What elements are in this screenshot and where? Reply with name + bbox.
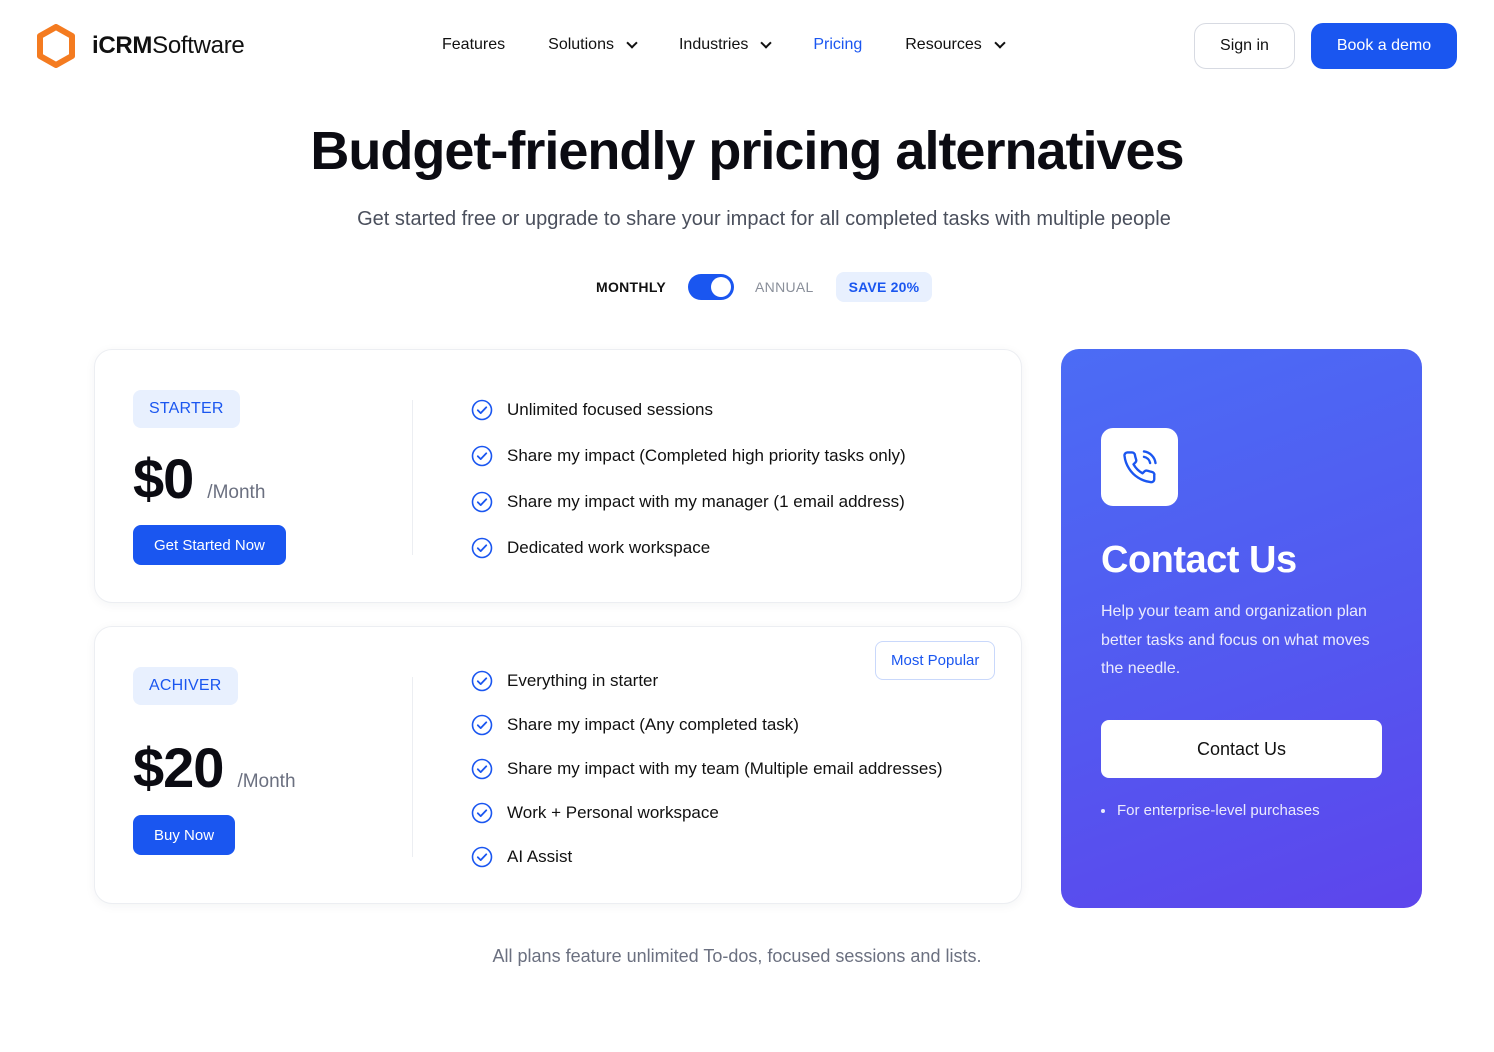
feature-item: AI Assist [471,845,943,869]
nav-item-resources[interactable]: Resources [905,36,1006,54]
nav-item-features[interactable]: Features [442,36,505,54]
feature-item: Share my impact (Completed high priority… [471,444,906,468]
feature-item: Share my impact with my team (Multiple e… [471,757,943,781]
contact-us-button[interactable]: Contact Us [1101,720,1382,778]
check-circle-icon [471,399,493,421]
monthly-label[interactable]: MONTHLY [596,279,666,295]
bullet-dot [1101,808,1105,813]
contact-title: Contact Us [1101,539,1297,581]
feature-item: Everything in starter [471,669,943,693]
plan-card-starter: STARTER $0 /Month Get Started Now Unlimi… [94,349,1022,603]
feature-item: Work + Personal workspace [471,801,943,825]
billing-toggle-row: MONTHLY ANNUAL SAVE 20% [596,272,933,302]
annual-label[interactable]: ANNUAL [755,279,814,295]
card-divider [412,400,413,555]
price-unit: /Month [237,771,296,792]
feature-item: Unlimited focused sessions [471,398,906,422]
plans-footer-note: All plans feature unlimited To-dos, focu… [492,946,982,966]
feature-item: Share my impact (Any completed task) [471,713,943,737]
check-circle-icon [471,670,493,692]
chevron-down-icon [760,36,773,49]
check-circle-icon [471,714,493,736]
plan-price: $0 /Month [133,446,265,511]
price-amount: $20 [133,736,224,799]
feature-list: Everything in starter Share my impact (A… [471,669,943,869]
phone-icon-box [1101,428,1178,506]
brand-name: iCRMSoftware [92,32,245,59]
main-menu: Features Solutions Industries Pricing Re… [442,36,1047,54]
nav-item-pricing[interactable]: Pricing [813,36,862,54]
check-circle-icon [471,758,493,780]
feature-list: Unlimited focused sessions Share my impa… [471,398,906,560]
get-started-button[interactable]: Get Started Now [133,525,286,565]
book-demo-button[interactable]: Book a demo [1311,23,1457,69]
check-circle-icon [471,846,493,868]
phone-call-icon [1122,450,1157,484]
nav-item-solutions[interactable]: Solutions [548,36,638,54]
contact-description: Help your team and organization plan bet… [1101,603,1370,677]
nav-item-industries[interactable]: Industries [679,36,773,54]
buy-now-button[interactable]: Buy Now [133,815,236,855]
plan-price: $20 /Month [133,735,296,800]
price-unit: /Month [207,482,266,503]
top-navigation: iCRMSoftware Features Solutions Industri… [0,0,1494,92]
enterprise-note: For enterprise-level purchases [1101,802,1320,819]
card-divider [412,677,413,857]
price-amount: $0 [133,447,194,510]
check-circle-icon [471,802,493,824]
check-circle-icon [471,491,493,513]
feature-item: Dedicated work workspace [471,536,906,560]
billing-period-switch[interactable] [688,274,735,300]
chevron-down-icon [626,36,638,49]
check-circle-icon [471,445,493,467]
contact-card: Contact Us Help your team and organizati… [1061,349,1422,908]
chevron-down-icon [994,36,1006,49]
plan-card-achiver: Most Popular ACHIVER $20 /Month Buy Now … [94,626,1022,904]
check-circle-icon [471,537,493,559]
save-badge: SAVE 20% [835,272,933,302]
switch-knob [711,277,732,297]
page-subtitle: Get started free or upgrade to share you… [357,208,1171,230]
hexagon-logo-icon [37,24,75,68]
plan-badge: ACHIVER [133,667,238,705]
sign-in-button[interactable]: Sign in [1194,23,1295,69]
page-title: Budget-friendly pricing alternatives [310,121,1184,181]
feature-item: Share my impact with my manager (1 email… [471,490,906,514]
plan-badge: STARTER [133,390,240,428]
brand-logo[interactable]: iCRMSoftware [36,24,245,68]
